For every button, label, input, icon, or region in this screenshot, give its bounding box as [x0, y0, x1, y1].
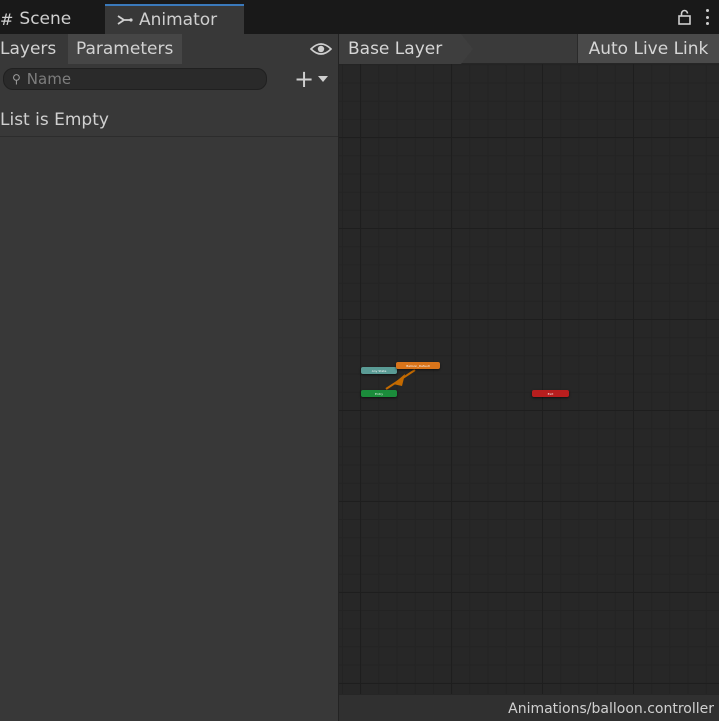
subtab-parameters[interactable]: Parameters: [68, 34, 182, 64]
state-balloon-default[interactable]: Balloon_Default: [396, 362, 440, 369]
panel-subtabs: Layers Parameters: [0, 34, 338, 64]
empty-list-message: List is Empty: [0, 104, 338, 137]
tab-scene[interactable]: # Scene: [0, 4, 104, 34]
auto-live-link-button[interactable]: Auto Live Link: [577, 34, 719, 63]
add-parameter-button[interactable]: +: [294, 65, 334, 93]
tab-scene-label: Scene: [19, 9, 72, 29]
lock-icon[interactable]: [678, 9, 691, 25]
status-bar: Animations/balloon.controller: [339, 694, 719, 721]
subtab-layers[interactable]: Layers: [0, 34, 67, 64]
kebab-menu-icon[interactable]: [705, 9, 709, 25]
grid-hash-icon: #: [0, 9, 14, 29]
controller-path: Animations/balloon.controller: [508, 701, 714, 717]
tab-animator-label: Animator: [139, 10, 218, 30]
state-exit[interactable]: Exit: [532, 390, 569, 397]
plus-icon: +: [294, 65, 315, 93]
breadcrumb-arrow-icon: [461, 34, 473, 64]
search-icon: ⚲: [12, 72, 21, 86]
animator-graph-canvas[interactable]: [339, 34, 719, 721]
eye-icon[interactable]: [310, 42, 332, 56]
state-entry[interactable]: Entry: [361, 390, 397, 397]
parameters-panel: Layers Parameters ⚲ + List is Empty: [0, 34, 339, 721]
graph-toolbar: Base Layer Auto Live Link: [339, 34, 719, 64]
search-input[interactable]: [26, 70, 247, 88]
tab-animator[interactable]: Animator: [105, 4, 244, 34]
window-tab-bar: # Scene Animator: [0, 0, 719, 34]
state-any-state[interactable]: Any State: [361, 367, 397, 374]
breadcrumb-base-layer[interactable]: Base Layer: [339, 34, 461, 64]
parameter-search[interactable]: ⚲: [3, 68, 267, 90]
chevron-down-icon: [318, 76, 329, 82]
animator-icon: [117, 15, 133, 25]
